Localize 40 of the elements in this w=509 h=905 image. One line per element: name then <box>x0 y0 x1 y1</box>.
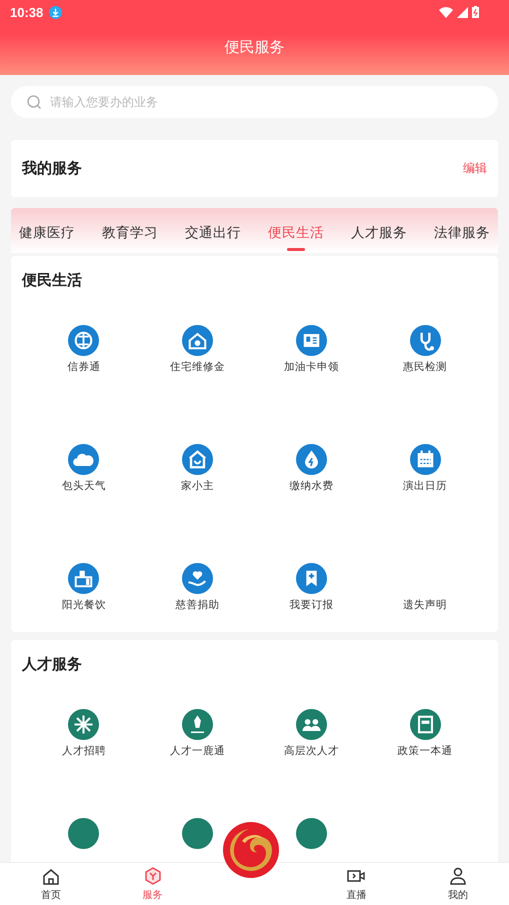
section-title: 便民生活 <box>22 271 82 289</box>
nav-tab[interactable]: 直播 <box>305 863 408 905</box>
service-item[interactable]: 惠民检测 <box>368 315 482 374</box>
category-tab[interactable]: 教育学习 <box>102 208 158 253</box>
service-item[interactable]: 家小主 <box>140 434 254 493</box>
wifi-icon <box>439 6 453 18</box>
nav-tab[interactable]: 我的 <box>407 863 509 905</box>
service-item[interactable]: 人才一鹿通 <box>140 699 254 758</box>
home-icon <box>40 866 61 886</box>
section-title: 我的服务 <box>22 159 82 178</box>
nav-tab[interactable]: 服务 <box>102 863 204 905</box>
edit-link[interactable]: 编辑 <box>463 160 487 177</box>
service-item[interactable]: 政策一本通 <box>368 699 482 758</box>
person-icon <box>448 866 468 886</box>
service-item[interactable]: 包头天气 <box>27 434 141 493</box>
service-item[interactable]: 慈善捐助 <box>140 553 254 612</box>
service-item[interactable]: 我要订报 <box>254 553 368 612</box>
download-icon <box>49 6 62 18</box>
category-tab[interactable]: 人才服务 <box>351 208 407 253</box>
service-item[interactable]: 演出日历 <box>368 434 482 493</box>
signal-icon <box>457 6 468 18</box>
status-time: 10:38 <box>10 4 44 20</box>
page-title: 便民服务 <box>224 38 284 57</box>
category-tab[interactable]: 交通出行 <box>185 208 241 253</box>
service-item[interactable]: 高层次人才 <box>254 699 368 758</box>
battery-icon <box>472 6 479 18</box>
service-item[interactable]: 缴纳水费 <box>254 434 368 493</box>
category-tab[interactable]: 健康医疗 <box>19 208 75 253</box>
service-item[interactable]: 住宅维修金 <box>140 315 254 374</box>
service-item[interactable]: 信券通 <box>27 315 141 374</box>
swirl-logo-icon[interactable] <box>222 821 280 879</box>
service-item[interactable]: 人才招聘 <box>27 699 141 758</box>
service-item[interactable]: 加油卡申领 <box>254 315 368 374</box>
section-title: 人才服务 <box>22 655 82 673</box>
service-item[interactable]: 遗失声明 <box>368 553 482 612</box>
service-item[interactable]: 阳光餐饮 <box>27 553 141 612</box>
category-tab[interactable]: 法律服务 <box>434 208 490 253</box>
cube-icon <box>142 866 163 886</box>
nav-tab[interactable]: 首页 <box>0 863 102 905</box>
search-field[interactable]: 请输入您要办的业务 <box>11 86 498 118</box>
